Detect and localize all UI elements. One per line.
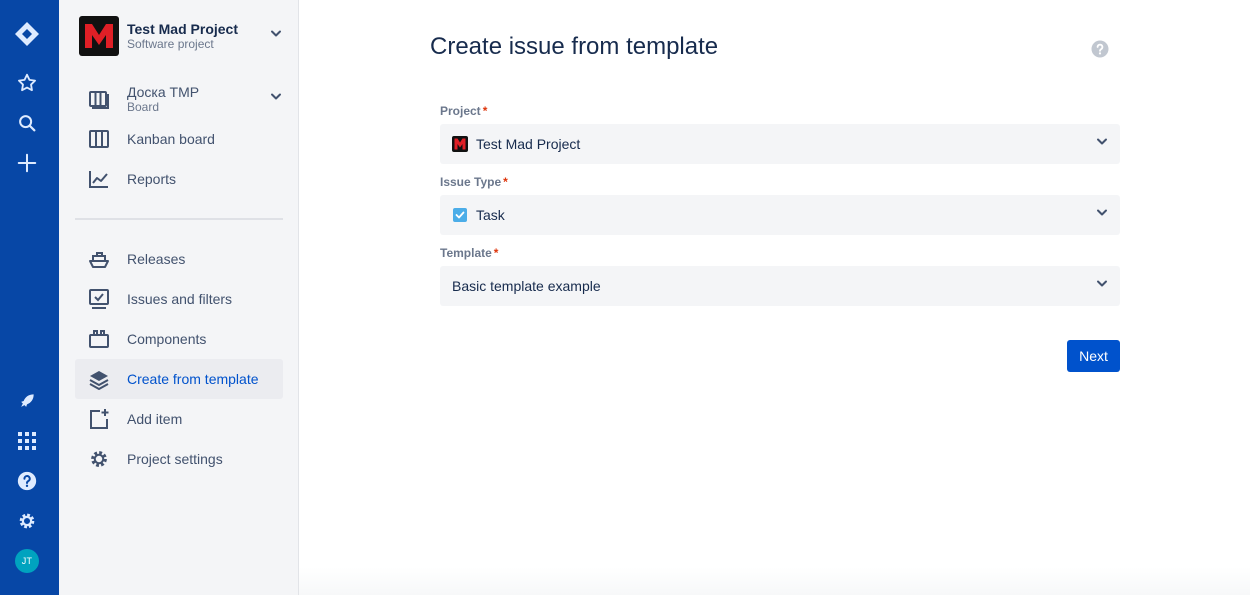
field-label-text: Template	[440, 246, 492, 260]
issues-filters-icon	[87, 287, 111, 311]
avatar-initials: JT	[15, 549, 39, 573]
chevron-down-icon	[269, 27, 283, 46]
project-sidebar: Test Mad Project Software project Доска …	[59, 0, 299, 595]
chevron-down-icon	[1094, 205, 1110, 226]
project-select-value: Test Mad Project	[476, 136, 581, 152]
board-subtitle: Board	[127, 99, 160, 114]
help-icon[interactable]	[9, 463, 45, 499]
reports-icon	[87, 167, 111, 191]
board-name: Доска TMP	[127, 83, 200, 100]
sidebar-item-label: Add item	[127, 411, 183, 427]
sidebar-item-label: Components	[127, 331, 207, 347]
field-label-text: Project	[440, 104, 481, 118]
search-icon[interactable]	[9, 105, 45, 141]
sidebar-item-label: Kanban board	[127, 131, 215, 147]
template-stack-icon	[87, 367, 111, 391]
app: JT Test Mad Project Software project Дос…	[0, 0, 1250, 595]
components-icon	[87, 327, 111, 351]
template-select-value: Basic template example	[452, 278, 601, 294]
issue-type-field-label: Issue Type *	[440, 175, 508, 189]
project-logo-icon	[452, 136, 468, 152]
releases-icon	[87, 247, 111, 271]
global-nav: JT	[0, 0, 59, 595]
sidebar-item-kanban-board[interactable]: Kanban board	[75, 119, 283, 159]
sidebar-item-project-settings[interactable]: Project settings	[75, 439, 283, 479]
issue-type-select[interactable]: Task	[440, 195, 1120, 235]
jira-logo-icon[interactable]	[9, 16, 45, 52]
project-logo-icon	[79, 16, 119, 56]
user-avatar[interactable]: JT	[9, 543, 45, 579]
project-switcher[interactable]: Test Mad Project Software project	[79, 16, 283, 56]
chevron-down-icon	[1094, 276, 1110, 297]
settings-gear-icon[interactable]	[9, 503, 45, 539]
sidebar-item-add-item[interactable]: Add item	[75, 399, 283, 439]
next-button[interactable]: Next	[1067, 340, 1120, 372]
required-marker: *	[493, 246, 499, 260]
gear-icon	[87, 447, 111, 471]
app-switcher-icon[interactable]	[9, 423, 45, 459]
kanban-board-icon	[87, 127, 111, 151]
chevron-down-icon	[269, 90, 283, 109]
create-plus-icon[interactable]	[9, 145, 45, 181]
sidebar-item-releases[interactable]: Releases	[75, 239, 283, 279]
star-icon[interactable]	[9, 65, 45, 101]
project-select[interactable]: Test Mad Project	[440, 124, 1120, 164]
notifications-rocket-icon[interactable]	[9, 383, 45, 419]
sidebar-item-reports[interactable]: Reports	[75, 159, 283, 199]
sidebar-item-label: Create from template	[127, 371, 259, 387]
add-item-icon	[87, 407, 111, 431]
project-name: Test Mad Project	[127, 21, 238, 37]
task-checkbox-icon	[452, 207, 468, 223]
board-icon	[87, 87, 111, 111]
help-icon[interactable]	[1090, 39, 1110, 64]
project-type: Software project	[127, 37, 214, 51]
board-switcher[interactable]: Доска TMP Board	[75, 79, 283, 119]
sidebar-item-label: Reports	[127, 171, 177, 187]
page-title: Create issue from template	[430, 33, 719, 60]
sidebar-item-components[interactable]: Components	[75, 319, 283, 359]
sidebar-item-issues-filters[interactable]: Issues and filters	[75, 279, 283, 319]
template-field-label: Template *	[440, 246, 498, 260]
template-select[interactable]: Basic template example	[440, 266, 1120, 306]
bottom-fade	[299, 567, 1250, 595]
sidebar-item-label: Project settings	[127, 451, 223, 467]
sidebar-item-label: Releases	[127, 251, 186, 267]
sidebar-item-create-from-template[interactable]: Create from template	[75, 359, 283, 399]
chevron-down-icon	[1094, 134, 1110, 155]
issue-type-select-value: Task	[476, 207, 505, 223]
sidebar-divider	[75, 218, 283, 220]
required-marker: *	[482, 104, 488, 118]
project-field-label: Project *	[440, 104, 487, 118]
field-label-text: Issue Type	[440, 175, 502, 189]
required-marker: *	[503, 175, 508, 189]
sidebar-item-label: Issues and filters	[127, 291, 233, 307]
main-content: Create issue from template Project * Test…	[299, 0, 1250, 595]
